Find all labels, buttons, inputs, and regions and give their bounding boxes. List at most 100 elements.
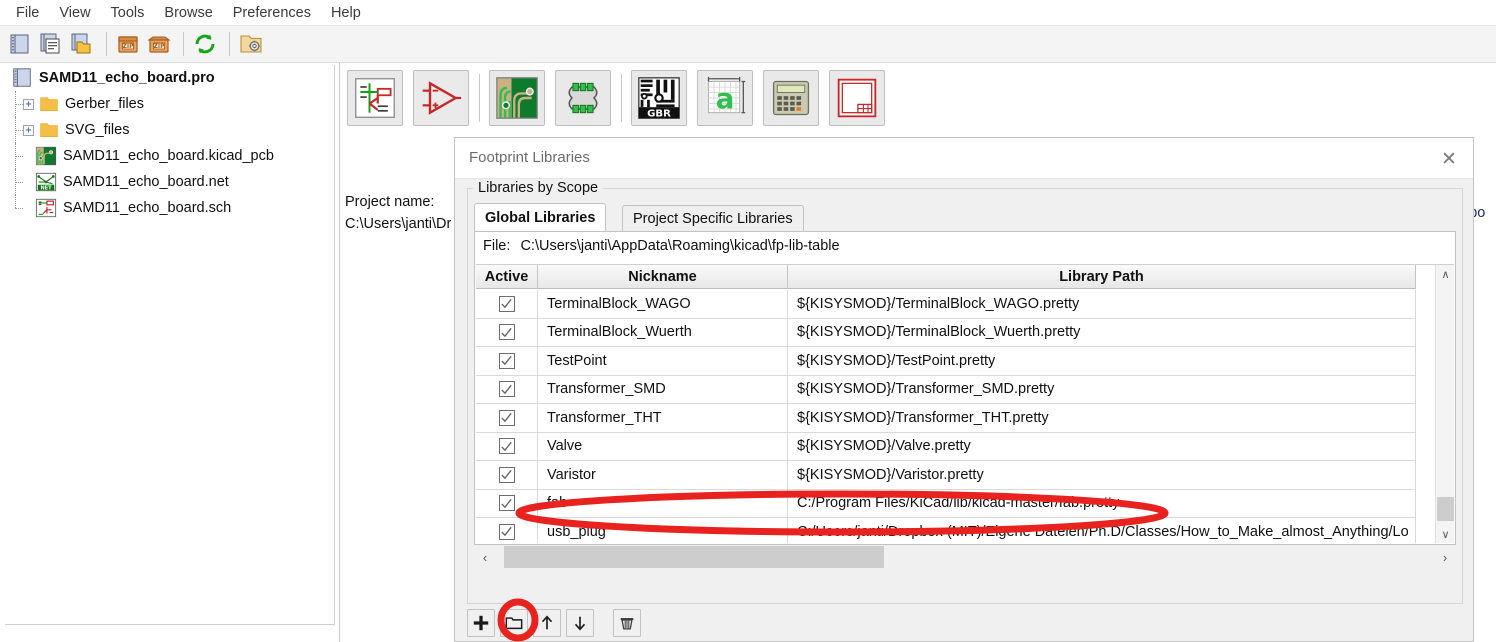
scroll-down-icon[interactable]: ∨	[1436, 525, 1454, 543]
project-name-label: Project name:	[345, 194, 435, 210]
row-path-cell[interactable]: ${KISYSMOD}/Varistor.pretty	[788, 461, 1416, 489]
table-row[interactable]: TestPoint ${KISYSMOD}/TestPoint.pretty	[476, 347, 1416, 376]
menu-item-view[interactable]: View	[49, 2, 100, 24]
menu-item-preferences[interactable]: Preferences	[223, 2, 321, 24]
browse-library-button[interactable]	[500, 608, 528, 637]
move-down-button[interactable]	[566, 608, 594, 637]
tree-item-svg-files[interactable]: + SVG_files	[5, 117, 334, 143]
toolbar-separator-1	[106, 32, 107, 56]
menu-item-browse[interactable]: Browse	[154, 2, 222, 24]
delete-library-button[interactable]	[613, 608, 641, 637]
eeschema-button[interactable]	[347, 70, 403, 126]
grid-horizontal-scrollbar[interactable]: ‹ ›	[474, 545, 1456, 569]
row-active-cell[interactable]	[476, 290, 538, 318]
bitmap2component-button[interactable]: a	[697, 70, 753, 126]
table-row[interactable]: TerminalBlock_Wuerth ${KISYSMOD}/Termina…	[476, 318, 1416, 347]
row-active-cell[interactable]	[476, 489, 538, 517]
row-nickname-cell[interactable]: TestPoint	[538, 347, 788, 375]
column-header-active[interactable]: Active	[476, 265, 538, 288]
row-nickname-cell[interactable]: TerminalBlock_WAGO	[538, 290, 788, 318]
row-nickname-cell[interactable]: usb_plug	[538, 518, 788, 543]
active-checkbox[interactable]	[498, 295, 515, 312]
add-library-button[interactable]	[467, 608, 495, 637]
table-row-fab[interactable]: fab C:/Program Files/KiCad/lib/kicad-mas…	[476, 489, 1416, 518]
table-row[interactable]: usb_plug C:/Users/janti/Dropbox (MIT)/Ei…	[476, 518, 1416, 543]
table-row[interactable]: Varistor ${KISYSMOD}/Varistor.pretty	[476, 461, 1416, 490]
tree-guide	[9, 195, 23, 221]
table-row[interactable]: Valve ${KISYSMOD}/Valve.pretty	[476, 432, 1416, 461]
row-nickname-cell[interactable]: Valve	[538, 432, 788, 460]
row-path-cell[interactable]: ${KISYSMOD}/TerminalBlock_WAGO.pretty	[788, 290, 1416, 318]
active-checkbox[interactable]	[498, 409, 515, 426]
row-active-cell[interactable]	[476, 461, 538, 489]
tree-item-project-root[interactable]: SAMD11_echo_board.pro	[5, 65, 334, 91]
row-nickname-cell[interactable]: Transformer_THT	[538, 404, 788, 432]
project-tree[interactable]: SAMD11_echo_board.pro + Gerber_files + S…	[5, 65, 335, 625]
svg-text:NET: NET	[40, 185, 52, 191]
tree-expander-gerber[interactable]: +	[23, 98, 34, 110]
row-path-cell[interactable]: ${KISYSMOD}/Transformer_THT.pretty	[788, 404, 1416, 432]
table-row[interactable]: TerminalBlock_WAGO ${KISYSMOD}/TerminalB…	[476, 290, 1416, 319]
pl-editor-button[interactable]	[829, 70, 885, 126]
scroll-left-icon[interactable]: ‹	[474, 545, 496, 569]
row-path-cell[interactable]: C:/Users/janti/Dropbox (MIT)/Eigene Date…	[788, 518, 1416, 543]
unarchive-project-button[interactable]: ZIP	[145, 30, 173, 58]
horizontal-scroll-thumb[interactable]	[504, 546, 884, 568]
open-project-button[interactable]	[68, 30, 96, 58]
archive-project-button[interactable]: ZIP	[114, 30, 142, 58]
menu-item-tools[interactable]: Tools	[101, 2, 155, 24]
active-checkbox[interactable]	[498, 466, 515, 483]
row-path-cell[interactable]: ${KISYSMOD}/TestPoint.pretty	[788, 347, 1416, 375]
row-path-cell[interactable]: ${KISYSMOD}/TerminalBlock_Wuerth.pretty	[788, 318, 1416, 346]
tree-item-net[interactable]: NET SAMD11_echo_board.net	[5, 169, 334, 195]
row-active-cell[interactable]	[476, 375, 538, 403]
close-icon[interactable]: ✕	[1436, 146, 1462, 172]
row-active-cell[interactable]	[476, 432, 538, 460]
tree-item-kicad-pcb[interactable]: SAMD11_echo_board.kicad_pcb	[5, 143, 334, 169]
table-row[interactable]: Transformer_THT ${KISYSMOD}/Transformer_…	[476, 404, 1416, 433]
row-nickname-cell[interactable]: Varistor	[538, 461, 788, 489]
menu-item-help[interactable]: Help	[321, 2, 371, 24]
move-up-button[interactable]	[533, 608, 561, 637]
tab-global-libraries[interactable]: Global Libraries	[474, 203, 607, 231]
row-path-cell[interactable]: C:/Program Files/KiCad/lib/kicad-master/…	[788, 489, 1416, 517]
pcbnew-button[interactable]	[489, 70, 545, 126]
gerbview-button[interactable]: GBR	[631, 70, 687, 126]
row-active-cell[interactable]	[476, 347, 538, 375]
table-row[interactable]: Transformer_SMD ${KISYSMOD}/Transformer_…	[476, 375, 1416, 404]
row-nickname-cell[interactable]: Transformer_SMD	[538, 375, 788, 403]
menu-item-file[interactable]: File	[6, 2, 49, 24]
vertical-scroll-thumb[interactable]	[1437, 497, 1454, 521]
grid-vertical-scrollbar[interactable]: ∧ ∨	[1435, 265, 1454, 543]
active-checkbox[interactable]	[498, 438, 515, 455]
new-project-button[interactable]	[6, 30, 34, 58]
active-checkbox[interactable]	[498, 523, 515, 540]
row-path-cell[interactable]: ${KISYSMOD}/Valve.pretty	[788, 432, 1416, 460]
tab-project-specific-libraries[interactable]: Project Specific Libraries	[622, 205, 804, 231]
row-nickname-cell[interactable]: TerminalBlock_Wuerth	[538, 318, 788, 346]
open-project-directory-button[interactable]	[237, 30, 265, 58]
row-path-cell[interactable]: ${KISYSMOD}/Transformer_SMD.pretty	[788, 375, 1416, 403]
new-project-from-template-button[interactable]	[37, 30, 65, 58]
row-nickname-cell[interactable]: fab	[538, 489, 788, 517]
active-checkbox[interactable]	[498, 352, 515, 369]
active-checkbox[interactable]	[498, 381, 515, 398]
scroll-right-icon[interactable]: ›	[1434, 545, 1456, 569]
active-checkbox[interactable]	[498, 324, 515, 341]
column-header-library-path[interactable]: Library Path	[788, 265, 1416, 288]
column-header-nickname[interactable]: Nickname	[538, 265, 788, 288]
scroll-up-icon[interactable]: ∧	[1436, 265, 1454, 284]
tree-item-gerber-files[interactable]: + Gerber_files	[5, 91, 334, 117]
row-active-cell[interactable]	[476, 318, 538, 346]
libraries-grid[interactable]: Active Nickname Library Path TerminalBlo…	[476, 264, 1454, 543]
active-checkbox[interactable]	[498, 495, 515, 512]
row-active-cell[interactable]	[476, 404, 538, 432]
refresh-button[interactable]	[191, 30, 219, 58]
pcb-calculator-button[interactable]	[763, 70, 819, 126]
tree-item-sch[interactable]: SAMD11_echo_board.sch	[5, 195, 334, 221]
row-active-cell[interactable]	[476, 518, 538, 543]
footprint-editor-button[interactable]	[555, 70, 611, 126]
symbol-editor-button[interactable]	[413, 70, 469, 126]
tree-expander-svg[interactable]: +	[23, 124, 34, 136]
horizontal-scroll-track[interactable]	[496, 546, 1434, 568]
